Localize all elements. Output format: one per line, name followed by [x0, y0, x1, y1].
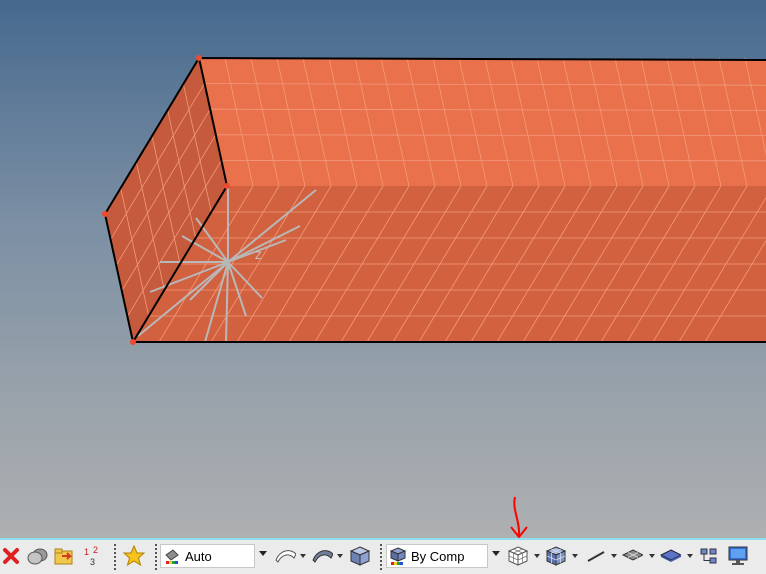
monitor-button[interactable]	[727, 545, 749, 567]
favorite-star-icon	[123, 545, 145, 567]
plane-mesh-dropdown-arrow[interactable]	[649, 554, 655, 558]
tree-view-button[interactable]	[698, 545, 720, 567]
line-display-button[interactable]	[585, 545, 607, 567]
graphics-viewport[interactable]: Z	[0, 0, 766, 538]
color-mode-icon	[165, 549, 179, 564]
color-mode-combo[interactable]: Auto	[160, 544, 255, 568]
monitor-icon	[728, 546, 748, 565]
svg-text:1: 1	[84, 547, 89, 557]
display-mode-value: By Comp	[411, 548, 465, 564]
numbers-button[interactable]: 1 2 3	[82, 545, 104, 567]
line-display-dropdown-arrow[interactable]	[611, 554, 617, 558]
surface-shell-icon	[275, 550, 296, 563]
surface-shell-dropdown-arrow[interactable]	[300, 554, 306, 558]
plane-mesh-button[interactable]	[621, 545, 643, 567]
color-mode-value: Auto	[185, 548, 212, 564]
shaded-elements-dropdown-arrow[interactable]	[572, 554, 578, 558]
favorite-button[interactable]	[123, 545, 145, 567]
shaded-elements-button[interactable]	[545, 545, 567, 567]
solid-surface-icon	[312, 550, 333, 563]
pointer-arrow-icon	[510, 496, 528, 538]
color-mode-dropdown-arrow[interactable]	[259, 551, 267, 556]
delete-button[interactable]	[0, 545, 22, 567]
line-icon	[587, 551, 605, 562]
component-color-icon	[389, 547, 407, 565]
solid-cube-button[interactable]	[349, 545, 371, 567]
svg-text:3: 3	[90, 557, 95, 567]
shaded-elements-icon	[545, 546, 567, 566]
wireframe-elements-dropdown-arrow[interactable]	[534, 554, 540, 558]
surface-shell-button[interactable]	[274, 545, 296, 567]
display-mode-combo[interactable]: By Comp	[386, 544, 488, 568]
node[interactable]	[196, 55, 202, 61]
toolbar-separator	[380, 544, 382, 570]
shaded-plane-icon	[659, 549, 681, 562]
node[interactable]	[130, 339, 136, 345]
shaded-plane-dropdown-arrow[interactable]	[687, 554, 693, 558]
delete-icon	[3, 548, 19, 564]
components-icon	[27, 548, 48, 565]
open-folder-button[interactable]	[53, 545, 75, 567]
svg-text:2: 2	[93, 545, 98, 555]
solid-cube-icon	[349, 546, 371, 566]
node[interactable]	[102, 211, 108, 217]
wireframe-elements-icon	[507, 546, 529, 566]
shaded-plane-button[interactable]	[659, 545, 681, 567]
toolbar-separator	[114, 544, 116, 570]
open-folder-icon	[54, 548, 73, 565]
plane-mesh-icon	[621, 549, 643, 561]
numbers-icon: 1 2 3	[84, 545, 98, 567]
visualization-toolbar: 1 2 3 Auto By Comp	[0, 538, 766, 574]
tree-view-icon	[700, 548, 717, 564]
solid-surface-dropdown-arrow[interactable]	[337, 554, 343, 558]
node[interactable]	[224, 183, 230, 189]
model-canvas[interactable]: Z	[0, 0, 766, 538]
solid-surface-button[interactable]	[311, 545, 333, 567]
axis-z-label: Z	[255, 250, 262, 262]
components-button[interactable]	[27, 545, 49, 567]
display-mode-dropdown-arrow[interactable]	[492, 551, 500, 556]
toolbar-separator	[155, 544, 157, 570]
wireframe-elements-button[interactable]	[507, 545, 529, 567]
